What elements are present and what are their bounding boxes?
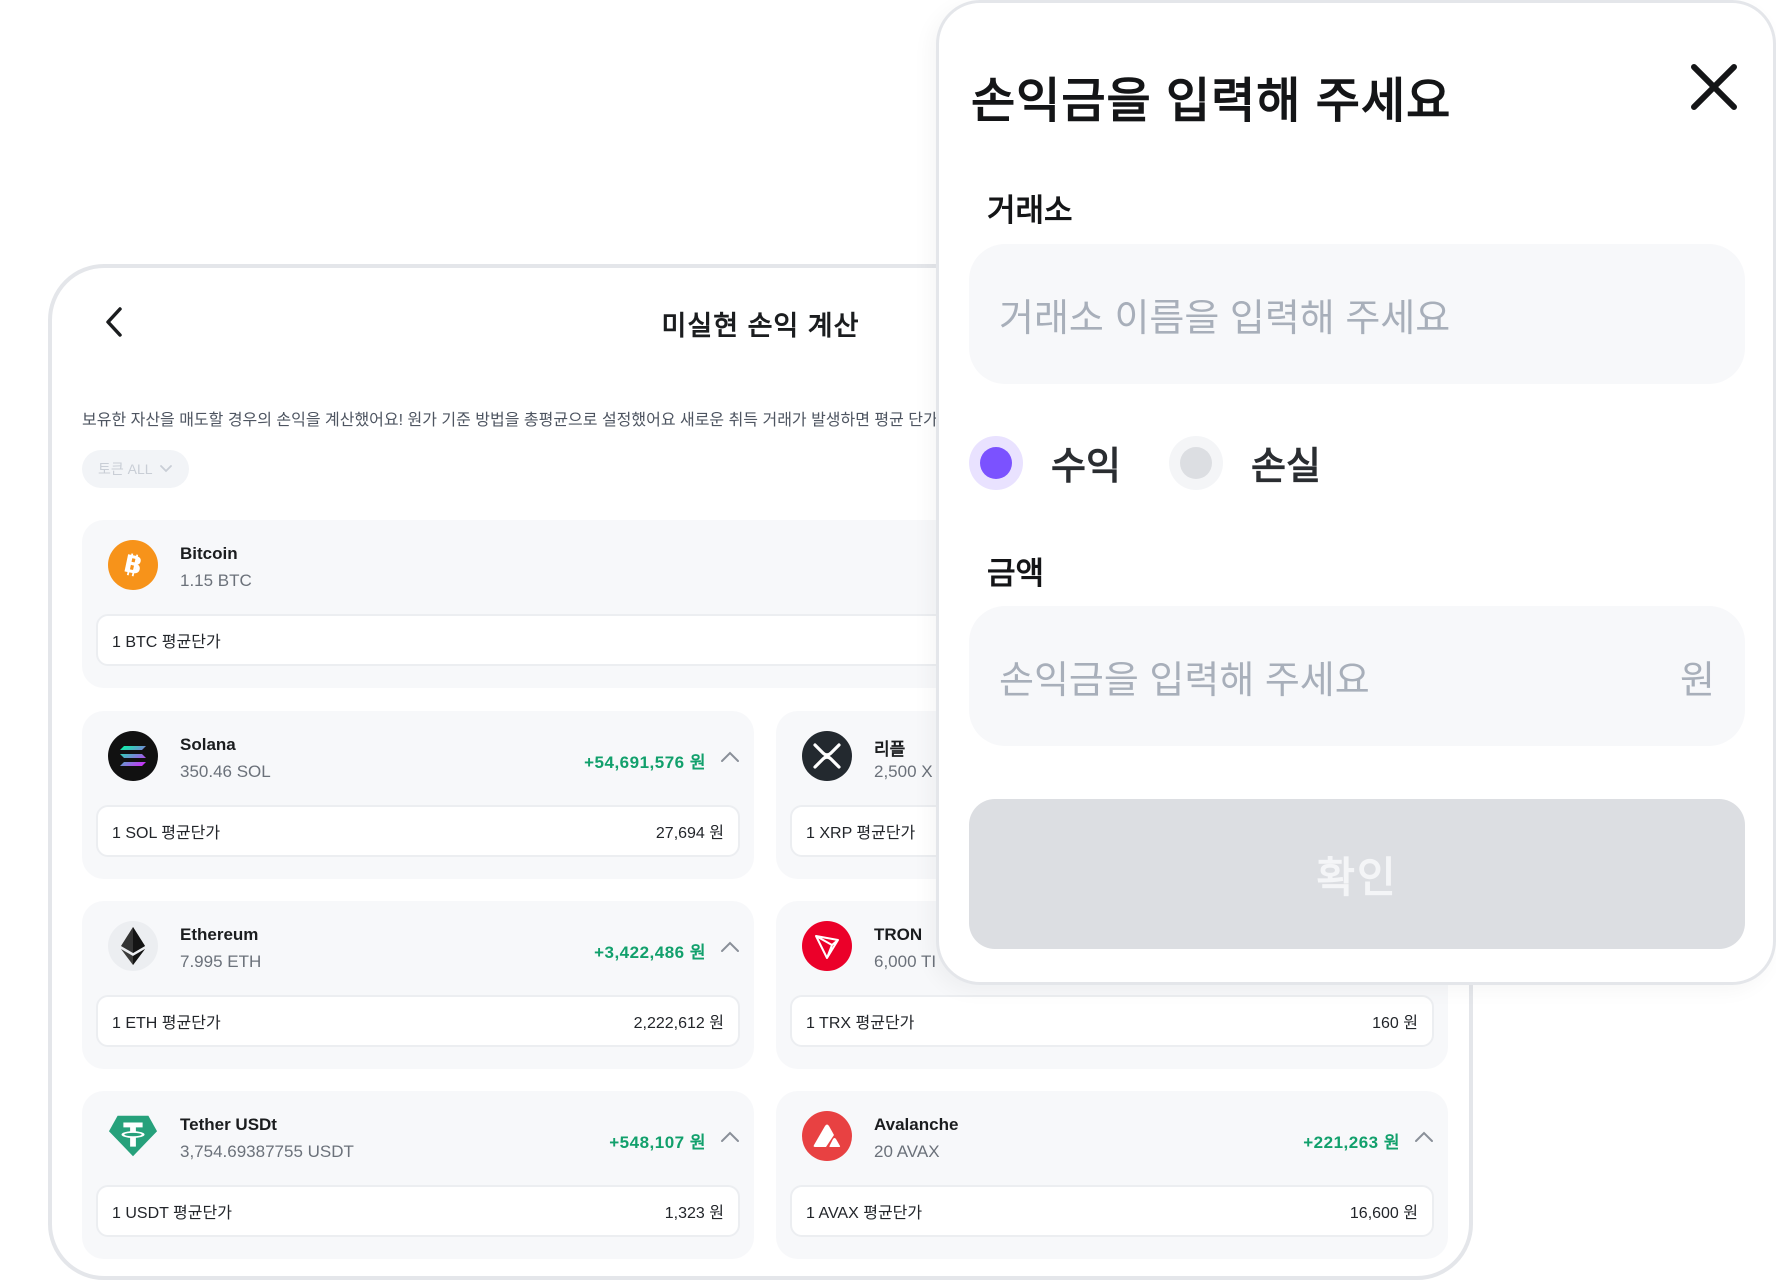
average-price-label: 1 TRX 평균단가 [806,1015,915,1032]
amount-placeholder: 손익금을 입력해 주세요 [999,659,1370,702]
coin-amount: 1.15 BTC [180,571,252,590]
average-price-row: 1 AVAX 평균단가 16,600 원 [790,1185,1434,1237]
bitcoin-icon: B [108,540,158,590]
coin-name: Avalanche [874,1115,959,1134]
coin-name: 리플 [874,740,906,759]
average-price-row: 1 USDT 평균단가 1,323 원 [96,1185,740,1237]
ethereum-icon [108,921,158,971]
tron-icon [802,921,852,971]
chevron-up-icon[interactable] [718,745,742,769]
avalanche-icon [802,1111,852,1161]
coin-name: Tether USDt [180,1115,277,1134]
chevron-up-icon[interactable] [1412,1125,1436,1149]
token-filter-label: 토큰 ALL [98,461,153,477]
average-price-row: 1 BTC 평균단가 [96,614,1068,666]
page-description: 보유한 자산을 매도할 경우의 손익을 계산했어요! 원가 기준 방법을 총평균… [82,412,944,429]
average-price-label: 1 BTC 평균단가 [112,634,221,651]
coin-amount: 6,000 TI [874,952,937,971]
average-price-value: 160 원 [1372,1015,1418,1032]
coin-name: Solana [180,735,236,754]
chevron-up-icon[interactable] [718,935,742,959]
unrealized-pnl-value: +221,263 원 [1303,1133,1400,1152]
exchange-placeholder: 거래소 이름을 입력해 주세요 [999,297,1451,340]
average-price-label: 1 USDT 평균단가 [112,1205,232,1222]
average-price-row: 1 ETH 평균단가 2,222,612 원 [96,995,740,1047]
modal-title: 손익금을 입력해 주세요 [971,75,1452,128]
exchange-input[interactable]: 거래소 이름을 입력해 주세요 [969,244,1745,384]
coin-card-avax[interactable]: Avalanche 20 AVAX +221,263 원 1 AVAX 평균단가… [776,1091,1448,1259]
exchange-label: 거래소 [987,193,1073,228]
coin-amount: 20 AVAX [874,1142,940,1161]
coin-name: TRON [874,925,923,944]
coin-amount: 2,500 X [874,762,933,781]
average-price-label: 1 AVAX 평균단가 [806,1205,923,1222]
coin-card-sol[interactable]: Solana 350.46 SOL +54,691,576 원 1 SOL 평균… [82,711,754,879]
coin-amount: 3,754.69387755 USDT [180,1142,354,1161]
token-filter-chip[interactable]: 토큰 ALL [82,450,189,488]
radio-selected-icon [969,435,1023,490]
radio-unselected-icon [1169,435,1223,490]
close-button[interactable] [1686,59,1742,115]
average-price-value: 1,323 원 [664,1205,724,1222]
coin-amount: 7.995 ETH [180,952,262,971]
xrp-icon [802,731,852,781]
average-price-label: 1 SOL 평균단가 [112,825,221,842]
loss-label: 손실 [1251,446,1321,488]
pnl-input-modal: 손익금을 입력해 주세요 거래소 거래소 이름을 입력해 주세요 수익 손실 금… [936,0,1776,985]
average-price-row: 1 TRX 평균단가 160 원 [790,995,1434,1047]
average-price-value: 2,222,612 원 [633,1015,724,1032]
coin-card-eth[interactable]: Ethereum 7.995 ETH +3,422,486 원 1 ETH 평균… [82,901,754,1069]
amount-input[interactable]: 손익금을 입력해 주세요 원 [969,606,1745,746]
average-price-row: 1 SOL 평균단가 27,694 원 [96,805,740,857]
amount-label: 금액 [987,556,1045,591]
chevron-down-icon [159,465,172,473]
amount-unit: 원 [1680,659,1715,702]
chevron-up-icon[interactable] [718,1125,742,1149]
unrealized-pnl-value: +548,107 원 [609,1133,706,1152]
coin-name: Ethereum [180,925,259,944]
coin-card-usdt[interactable]: Tether USDt 3,754.69387755 USDT +548,107… [82,1091,754,1259]
close-icon [1691,64,1737,110]
profit-radio[interactable]: 수익 [969,435,1121,490]
coin-name: Bitcoin [180,544,238,563]
unrealized-pnl-value: +3,422,486 원 [594,943,706,962]
average-price-label: 1 ETH 평균단가 [112,1015,221,1032]
profit-label: 수익 [1051,446,1121,488]
average-price-value: 27,694 원 [655,825,724,842]
average-price-value: 16,600 원 [1349,1205,1418,1222]
coin-card-btc[interactable]: B Bitcoin 1.15 BTC 1 BTC 평균단가 [82,520,1082,688]
confirm-button[interactable]: 확인 [969,799,1745,949]
tether-icon [108,1111,158,1161]
average-price-label: 1 XRP 평균단가 [806,825,916,842]
unrealized-pnl-value: +54,691,576 원 [584,753,706,772]
coin-amount: 350.46 SOL [180,762,271,781]
loss-radio[interactable]: 손실 [1169,435,1321,490]
solana-icon [108,731,158,781]
